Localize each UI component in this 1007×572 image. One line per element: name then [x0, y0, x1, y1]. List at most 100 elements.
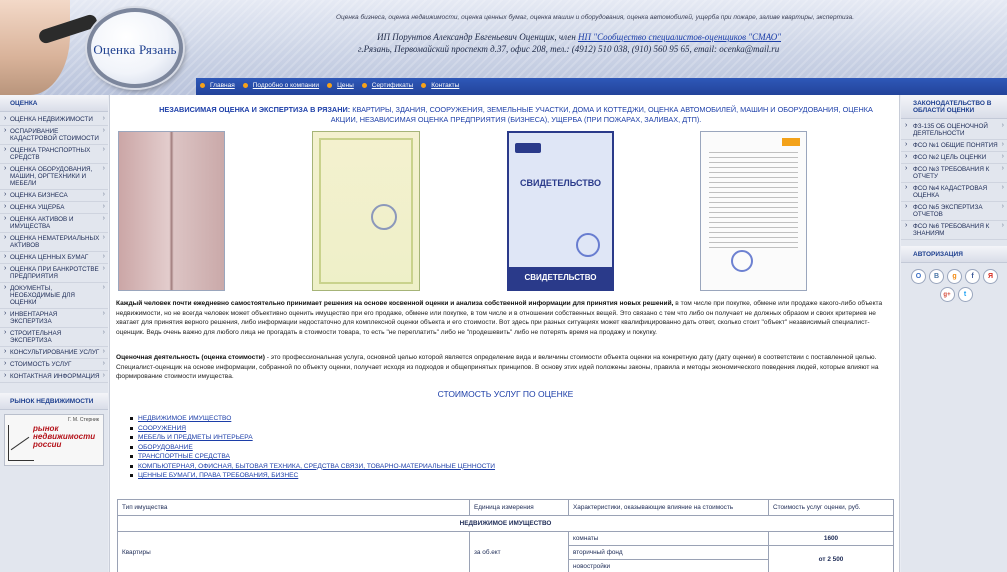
- sidebar-item[interactable]: СТРОИТЕЛЬНАЯ ЭКСПЕРТИЗА: [0, 328, 108, 347]
- sidebar-item[interactable]: ДОКУМЕНТЫ, НЕОБХОДИМЫЕ ДЛЯ ОЦЕНКИ: [0, 283, 108, 309]
- law-item[interactable]: ФЗ-135 ОБ ОЦЕНОЧНОЙ ДЕЯТЕЛЬНОСТИ: [901, 121, 1007, 140]
- table-cell-price: от 2 500: [768, 545, 894, 572]
- sidebar-item[interactable]: СТОИМОСТЬ УСЛУГ: [0, 359, 108, 371]
- bullet-icon: [421, 83, 427, 88]
- service-link[interactable]: МЕБЕЛЬ И ПРЕДМЕТЫ ИНТЕРЬЕРА: [130, 433, 495, 443]
- sidebar-item[interactable]: КОНТАКТНАЯ ИНФОРМАЦИЯ: [0, 371, 108, 383]
- sidebar-item[interactable]: ОСПАРИВАНИЕ КАДАСТРОВОЙ СТОИМОСТИ: [0, 126, 108, 145]
- sidebar-item[interactable]: ОЦЕНКА УЩЕРБА: [0, 202, 108, 214]
- service-link[interactable]: НЕДВИЖИМОЕ ИМУЩЕСТВО: [130, 414, 495, 424]
- law-menu: ФЗ-135 ОБ ОЦЕНОЧНОЙ ДЕЯТЕЛЬНОСТИ ФСО №1 …: [901, 119, 1007, 240]
- page: Оценка Рязань Оценка бизнеса, оценка нед…: [0, 0, 1007, 572]
- table-cell-unit: за об.ект: [469, 531, 569, 572]
- table-header: Тип имущества: [117, 499, 470, 516]
- market-banner-author: Г. М. Стерник: [68, 417, 99, 423]
- market-banner-text: рынок недвижимости россии: [33, 424, 96, 449]
- bullet-icon: [361, 83, 367, 88]
- sidebar-item[interactable]: ОЦЕНКА ЦЕННЫХ БУМАГ: [0, 252, 108, 264]
- service-link[interactable]: ЦЕННЫЕ БУМАГИ, ПРАВА ТРЕБОВАНИЯ, БИЗНЕС: [130, 471, 495, 481]
- certificate-frame: [319, 138, 413, 284]
- sidebar-title-ocenka: ОЦЕНКА: [0, 95, 108, 112]
- law-item[interactable]: ФСО №6 ТРЕБОВАНИЯ К ЗНАНИЯМ: [901, 221, 1007, 240]
- service-link[interactable]: ОБОРУДОВАНИЕ: [130, 443, 495, 453]
- ok-icon[interactable]: O: [911, 269, 926, 284]
- law-item[interactable]: ФСО №4 КАДАСТРОВАЯ ОЦЕНКА: [901, 183, 1007, 202]
- header-tagline: Оценка бизнеса, оценка недвижимости, оце…: [336, 14, 855, 21]
- table-cell-characteristic: вторичный фонд: [568, 545, 769, 560]
- table-cell-characteristic: комнаты: [568, 531, 769, 546]
- table-header-row: Тип имущества Единица измерения Характер…: [117, 499, 894, 516]
- social-row-2: g+ t: [911, 287, 1001, 302]
- sidebar-item[interactable]: ОЦЕНКА ТРАНСПОРТНЫХ СРЕДСТВ: [0, 145, 108, 164]
- service-link[interactable]: ТРАНСПОРТНЫЕ СРЕДСТВА: [130, 452, 495, 462]
- yandex-icon[interactable]: Я: [983, 269, 998, 284]
- magnifier-logo[interactable]: Оценка Рязань: [87, 8, 183, 88]
- mailru-icon[interactable]: g: [947, 269, 962, 284]
- law-item[interactable]: ФСО №1 ОБЩИЕ ПОНЯТИЯ: [901, 140, 1007, 152]
- sidebar-item[interactable]: ИНВЕНТАРНАЯ ЭКСПЕРТИЗА: [0, 309, 108, 328]
- table-cell-type: Квартиры: [117, 531, 470, 572]
- services-title: СТОИМОСТЬ УСЛУГ ПО ОЦЕНКЕ: [437, 389, 574, 399]
- logo-text: Оценка Рязань: [93, 42, 177, 57]
- sidebar-item[interactable]: КОНСУЛЬТИРОВАНИЕ УСЛУГ: [0, 347, 108, 359]
- certificate-image-2[interactable]: [312, 131, 420, 291]
- header-owner: ИП Порунтов Александр Евгеньевич Оценщик…: [377, 32, 781, 42]
- stamp-icon: [731, 250, 753, 272]
- table-cell-characteristic: новостройки: [568, 559, 769, 572]
- google-plus-icon[interactable]: g+: [939, 287, 955, 302]
- table-header: Стоимость услуг оценки, руб.: [768, 499, 894, 516]
- intro-paragraph-1: Каждый человек почти ежедневно самостоят…: [116, 300, 883, 336]
- bullet-icon: [242, 83, 248, 88]
- right-sidebar: ЗАКОНОДАТЕЛЬСТВО В ОБЛАСТИ ОЦЕНКИ ФЗ-135…: [901, 95, 1007, 572]
- bullet-icon: [200, 83, 205, 88]
- stamp-icon: [576, 233, 600, 257]
- sidebar-title-law: ЗАКОНОДАТЕЛЬСТВО В ОБЛАСТИ ОЦЕНКИ: [901, 95, 1007, 119]
- sidebar-title-auth: АВТОРИЗАЦИЯ: [901, 246, 1007, 263]
- left-sidebar: ОЦЕНКА ОЦЕНКА НЕДВИЖИМОСТИ ОСПАРИВАНИЕ К…: [0, 95, 108, 572]
- sidebar-item[interactable]: ОЦЕНКА АКТИВОВ И ИМУЩЕСТВА: [0, 214, 108, 233]
- top-nav: Главная Подробно о компании Цены Сертифи…: [200, 82, 459, 89]
- service-link[interactable]: СООРУЖЕНИЯ: [130, 424, 495, 434]
- sidebar-item[interactable]: ОЦЕНКА БИЗНЕСА: [0, 190, 108, 202]
- nav-certificates[interactable]: Сертификаты: [361, 82, 413, 89]
- facebook-icon[interactable]: f: [965, 269, 980, 284]
- table-section-title: НЕДВИЖИМОЕ ИМУЩЕСТВО: [117, 515, 894, 532]
- sidebar-item[interactable]: ОЦЕНКА НЕМАТЕРИАЛЬНЫХ АКТИВОВ: [0, 233, 108, 252]
- certificate-image-3[interactable]: СВИДЕТЕЛЬСТВО СВИДЕТЕЛЬСТВО: [507, 131, 614, 291]
- market-banner[interactable]: Г. М. Стерник рынок недвижимости россии: [4, 414, 104, 466]
- intro-title: НЕЗАВИСИМАЯ ОЦЕНКА И ЭКСПЕРТИЗА В РЯЗАНИ…: [146, 105, 886, 125]
- service-link[interactable]: КОМПЬЮТЕРНАЯ, ОФИСНАЯ, БЫТОВАЯ ТЕХНИКА, …: [130, 462, 495, 472]
- sidebar-item[interactable]: ОЦЕНКА ПРИ БАНКРОТСТВЕ ПРЕДПРИЯТИЯ: [0, 264, 108, 283]
- twitter-icon[interactable]: t: [957, 287, 973, 302]
- table-section-row: НЕДВИЖИМОЕ ИМУЩЕСТВО: [117, 515, 894, 532]
- nav-about[interactable]: Подробно о компании: [242, 82, 319, 89]
- intro-paragraph-2: Оценочная деятельность (оценка стоимости…: [116, 354, 879, 380]
- law-item[interactable]: ФСО №5 ЭКСПЕРТИЗА ОТЧЕТОВ: [901, 202, 1007, 221]
- site-header: Оценка Рязань Оценка бизнеса, оценка нед…: [0, 0, 1007, 95]
- sidebar-item[interactable]: ОЦЕНКА НЕДВИЖИМОСТИ: [0, 114, 108, 126]
- services-list: НЕДВИЖИМОЕ ИМУЩЕСТВО СООРУЖЕНИЯ МЕБЕЛЬ И…: [130, 414, 495, 481]
- intro-text: КВАРТИРЫ, ЗДАНИЯ, СООРУЖЕНИЯ, ЗЕМЕЛЬНЫЕ …: [330, 105, 873, 124]
- table-cell-price: 1600: [768, 531, 894, 546]
- sidebar-menu: ОЦЕНКА НЕДВИЖИМОСТИ ОСПАРИВАНИЕ КАДАСТРО…: [0, 112, 108, 383]
- top-nav-bar: Главная Подробно о компании Цены Сертифи…: [196, 78, 1007, 95]
- certificate-image-4[interactable]: [700, 131, 807, 291]
- smao-link[interactable]: НП "Сообщество специалистов-оценщиков "С…: [578, 32, 781, 42]
- nav-home[interactable]: Главная: [200, 82, 235, 89]
- nav-contacts[interactable]: Контакты: [421, 82, 459, 89]
- sidebar-item[interactable]: ОЦЕНКА ОБОРУДОВАНИЯ, МАШИН, ОРГТЕХНИКИ И…: [0, 164, 108, 190]
- table-header: Единица измерения: [469, 499, 569, 516]
- smao-logo-icon: [515, 143, 541, 153]
- certificate-bottom-label: СВИДЕТЕЛЬСТВО: [509, 267, 612, 289]
- certificate-image-1[interactable]: [118, 131, 225, 291]
- header-contacts: г.Рязань, Первомайский проспект д.37, оф…: [358, 44, 780, 54]
- law-item[interactable]: ФСО №3 ТРЕБОВАНИЯ К ОТЧЕТУ: [901, 164, 1007, 183]
- nav-prices[interactable]: Цены: [327, 82, 354, 89]
- table-header: Характеристики, оказывающие влияние на с…: [568, 499, 769, 516]
- intro-label: НЕЗАВИСИМАЯ ОЦЕНКА И ЭКСПЕРТИЗА В РЯЗАНИ…: [159, 105, 351, 114]
- owner-name: ИП Порунтов Александр Евгеньевич Оценщик…: [377, 32, 576, 42]
- main-content: НЕЗАВИСИМАЯ ОЦЕНКА И ЭКСПЕРТИЗА В РЯЗАНИ…: [109, 95, 900, 572]
- law-item[interactable]: ФСО №2 ЦЕЛЬ ОЦЕНКИ: [901, 152, 1007, 164]
- vk-icon[interactable]: B: [929, 269, 944, 284]
- bullet-icon: [327, 83, 333, 88]
